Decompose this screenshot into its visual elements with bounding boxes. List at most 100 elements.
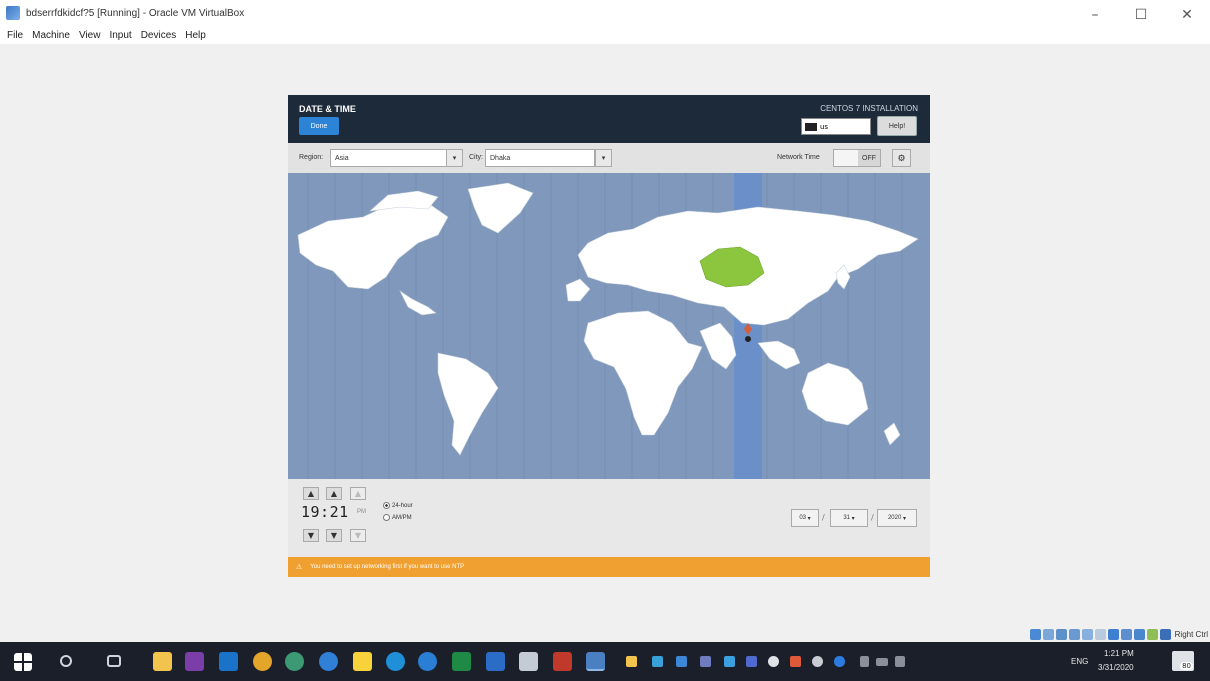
hdd-status-icon[interactable] — [1029, 628, 1041, 640]
installer-header: DATE & TIME Done CENTOS 7 INSTALLATION u… — [288, 95, 930, 143]
timezone-map[interactable] — [288, 173, 930, 479]
city-dropdown-icon[interactable]: ▾ — [595, 149, 612, 167]
notification-center-icon[interactable]: 80 — [1172, 651, 1194, 671]
mail-icon[interactable] — [519, 652, 538, 671]
recording-icon[interactable] — [1120, 628, 1132, 640]
folder-icon[interactable] — [626, 656, 637, 667]
minute-up-button[interactable]: ▲ — [326, 487, 342, 500]
usb-icon[interactable] — [1081, 628, 1093, 640]
filezilla-icon[interactable] — [553, 652, 572, 671]
city-value: Dhaka — [490, 154, 511, 162]
chrome-small-icon[interactable] — [768, 656, 779, 667]
menu-machine[interactable]: Machine — [32, 30, 70, 41]
outlook-icon[interactable] — [219, 652, 238, 671]
warning-bar: ⚠ You need to set up networking first if… — [288, 557, 930, 577]
task-view-icon[interactable] — [107, 655, 121, 667]
region-combo[interactable]: Asia — [330, 149, 448, 167]
edge-blue-icon[interactable] — [386, 652, 405, 671]
format-24-radio[interactable]: 24-hour — [383, 502, 413, 509]
mouse-integration-icon[interactable] — [1146, 628, 1158, 640]
region-dropdown-icon[interactable]: ▾ — [446, 149, 463, 167]
shared-folder-icon[interactable] — [1094, 628, 1106, 640]
help-button[interactable]: Help! — [877, 116, 917, 136]
chrome-alt-icon[interactable] — [319, 652, 338, 671]
virtualbox-app-icon — [6, 6, 20, 20]
product-title: CENTOS 7 INSTALLATION — [820, 104, 918, 113]
keyboard-layout-label: us — [820, 122, 829, 131]
edge-icon[interactable] — [285, 652, 304, 671]
dhaka-pin-icon — [745, 336, 751, 342]
wifi-icon[interactable] — [860, 656, 869, 667]
day-combo[interactable]: 31 ▾ — [830, 509, 868, 527]
hour-up-button[interactable]: ▲ — [303, 487, 319, 500]
menu-input[interactable]: Input — [109, 30, 131, 41]
keyboard-capture-icon[interactable] — [1159, 628, 1171, 640]
radio-selected-icon — [383, 502, 390, 509]
menu-devices[interactable]: Devices — [141, 30, 177, 41]
done-button[interactable]: Done — [299, 117, 339, 135]
onenote-icon[interactable] — [185, 652, 204, 671]
chrome-icon[interactable] — [253, 652, 272, 671]
excel-icon[interactable] — [452, 652, 471, 671]
window-title: bdserrfdkidcf?5 [Running] - Oracle VM Vi… — [26, 7, 245, 19]
chrome-blue-icon[interactable] — [418, 652, 437, 671]
sticky-notes-icon[interactable] — [353, 652, 372, 671]
taskbar-clock-time[interactable]: 1:21 PM — [1104, 649, 1134, 658]
ampm-down-button[interactable]: ▼ — [350, 529, 366, 542]
app-icon[interactable] — [700, 656, 711, 667]
time-display: 19:21 — [301, 503, 349, 521]
search-icon[interactable] — [60, 655, 72, 667]
installer-screen: DATE & TIME Done CENTOS 7 INSTALLATION u… — [288, 95, 930, 577]
volume-icon[interactable] — [895, 656, 905, 667]
year-value: 2020 — [887, 515, 902, 521]
time-date-panel: ▲ ▲ ▲ 19:21 PM ▼ ▼ ▼ 24-hour AM/PM 03 ▾ … — [288, 479, 930, 557]
network-icon[interactable] — [652, 656, 663, 667]
warning-text: You need to set up networking first if y… — [310, 564, 465, 570]
network-time-label: Network Time — [777, 154, 820, 161]
keyboard-layout-indicator[interactable]: us — [801, 118, 871, 135]
minute-down-button[interactable]: ▼ — [326, 529, 342, 542]
taskbar-clock-date[interactable]: 3/31/2020 — [1098, 663, 1134, 672]
vbox-titlebar: bdserrfdkidcf?5 [Running] - Oracle VM Vi… — [0, 0, 1210, 26]
format-12-label: AM/PM — [392, 514, 412, 521]
host-key-label: Right Ctrl — [1174, 629, 1208, 639]
battery-icon[interactable] — [876, 658, 888, 666]
hour-down-button[interactable]: ▼ — [303, 529, 319, 542]
word-icon[interactable] — [486, 652, 505, 671]
day-value: 31 — [843, 515, 850, 521]
display-icon[interactable] — [1107, 628, 1119, 640]
gear-small-icon[interactable] — [812, 656, 823, 667]
menu-file[interactable]: File — [7, 30, 23, 41]
network-time-switch[interactable]: OFF — [833, 149, 881, 167]
windows-start-icon[interactable] — [14, 653, 32, 671]
network-adapter-icon[interactable] — [1068, 628, 1080, 640]
vbox-menubar: File Machine View Input Devices Help — [0, 26, 1210, 44]
file-explorer-icon[interactable] — [153, 652, 172, 671]
month-combo[interactable]: 03 ▾ — [791, 509, 819, 527]
teams-icon[interactable] — [746, 656, 757, 667]
settings-icon[interactable] — [676, 656, 687, 667]
screen-title: DATE & TIME — [299, 104, 356, 114]
year-combo[interactable]: 2020 ▾ — [877, 509, 917, 527]
bluetooth-icon[interactable] — [834, 656, 845, 667]
virtualbox-icon[interactable] — [586, 652, 605, 671]
network-time-state: OFF — [858, 150, 880, 166]
paint-icon[interactable] — [790, 656, 801, 667]
language-indicator[interactable]: ENG — [1071, 657, 1088, 666]
format-12-radio[interactable]: AM/PM — [383, 514, 412, 521]
month-value: 03 — [799, 515, 806, 521]
vm-status-bar: Right Ctrl — [1029, 627, 1208, 641]
menu-view[interactable]: View — [79, 30, 101, 41]
audio-icon[interactable] — [1055, 628, 1067, 640]
ampm-up-button[interactable]: ▲ — [350, 487, 366, 500]
ntp-config-gear-icon[interactable]: ⚙ — [892, 149, 911, 167]
cloud-icon[interactable] — [724, 656, 735, 667]
optical-drive-icon[interactable] — [1042, 628, 1054, 640]
warning-icon: ⚠ — [296, 564, 303, 571]
windows-taskbar: ENG 1:21 PM 3/31/2020 80 — [0, 642, 1210, 681]
radio-unselected-icon — [383, 514, 390, 521]
city-combo[interactable]: Dhaka — [485, 149, 595, 167]
menu-help[interactable]: Help — [185, 30, 206, 41]
format-24-label: 24-hour — [392, 502, 413, 509]
cpu-icon[interactable] — [1133, 628, 1145, 640]
